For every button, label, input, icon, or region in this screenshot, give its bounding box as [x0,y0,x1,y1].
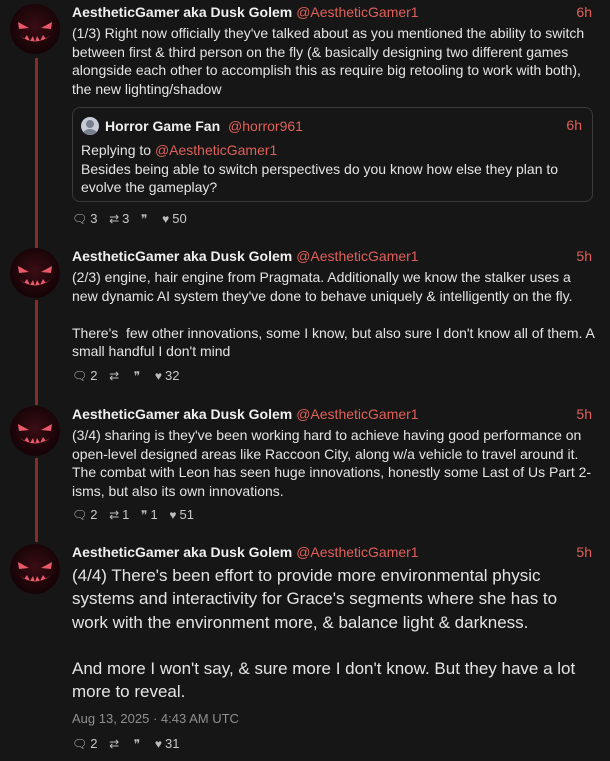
reply-count: 3 [90,211,98,226]
avatar[interactable] [10,544,60,594]
tweet-text: (3/4) sharing is they've been working ha… [72,427,592,499]
tweet-text: (1/3) Right now officially they've talke… [72,25,589,97]
user-handle[interactable]: @AestheticGamer1 [296,4,418,20]
retweet-icon: ⇄ [109,212,120,226]
reply-stat[interactable]: 🗨︎ 2 [72,736,97,751]
quote-stat[interactable]: ❞ 1 [141,507,158,522]
retweet-stat[interactable]: ⇄ [109,368,122,383]
quote-avatar [81,117,99,135]
comment-icon: 🗨︎ [72,737,88,751]
user-handle[interactable]: @AestheticGamer1 [296,248,418,264]
timestamp[interactable]: 5h [576,544,592,560]
display-name[interactable]: AestheticGamer aka Dusk Golem [72,4,292,20]
display-name[interactable]: AestheticGamer aka Dusk Golem [72,406,292,422]
tweet-4[interactable]: AestheticGamer aka Dusk Golem @AestheticG… [0,540,610,761]
quote-timestamp[interactable]: 6h [566,117,582,133]
quoted-tweet[interactable]: Horror Game Fan @horror961 6h Replying t… [72,107,593,202]
tweet-header: AestheticGamer aka Dusk Golem @AestheticG… [72,248,592,266]
quote-stat[interactable]: ❞ [141,211,150,226]
tweet-text: (4/4) There's been effort to provide mor… [72,566,576,702]
heart-icon: ♥ [154,369,162,383]
retweet-icon: ⇄ [109,737,120,751]
display-name[interactable]: AestheticGamer aka Dusk Golem [72,248,292,264]
comment-icon: 🗨︎ [72,508,88,522]
like-stat[interactable]: ♥ 32 [155,368,180,383]
tweet-stats: 🗨︎ 2 ⇄ ❞ ♥ 32 [72,368,187,384]
timestamp[interactable]: 5h [576,248,592,264]
retweet-stat[interactable]: ⇄ 1 [109,507,129,522]
heart-icon: ♥ [169,508,177,522]
retweet-icon: ⇄ [109,508,120,522]
replying-to-handle[interactable]: @AestheticGamer1 [155,142,277,158]
retweet-icon: ⇄ [109,369,120,383]
tweet-header: AestheticGamer aka Dusk Golem @AestheticG… [72,406,592,424]
timestamp[interactable]: 5h [576,406,592,422]
tweet-stats: 🗨︎ 3 ⇄ 3 ❞ ♥ 50 [72,211,195,227]
quote-stat[interactable]: ❞ [134,736,143,751]
user-handle[interactable]: @AestheticGamer1 [296,406,418,422]
quote-header: Horror Game Fan @horror961 6h [81,117,582,135]
quote-user-handle[interactable]: @horror961 [228,118,303,134]
reply-count: 2 [90,736,98,751]
quote-body: Replying to @AestheticGamer1 Besides bei… [81,141,584,197]
heart-icon: ♥ [162,212,170,226]
reply-stat[interactable]: 🗨︎ 3 [72,211,97,226]
quote-icon: ❞ [133,737,141,751]
like-count: 32 [165,368,180,383]
quote-count: 1 [150,507,158,522]
quote-icon: ❞ [141,212,148,226]
like-count: 51 [179,507,194,522]
quote-icon: ❞ [133,369,141,383]
retweet-count: 3 [122,211,130,226]
tweet-header: AestheticGamer aka Dusk Golem @AestheticG… [72,4,592,22]
tweet-header: AestheticGamer aka Dusk Golem @AestheticG… [72,544,592,562]
tweet-3[interactable]: AestheticGamer aka Dusk Golem @AestheticG… [0,402,610,530]
like-count: 31 [165,736,180,751]
retweet-stat[interactable]: ⇄ 3 [109,211,129,226]
tweet-stats: 🗨︎ 2 ⇄ 1 ❞ 1 ♥ 51 [72,507,202,523]
replying-to: Replying to @AestheticGamer1 [81,141,584,160]
retweet-count: 1 [122,507,130,522]
tweet-1[interactable]: AestheticGamer aka Dusk Golem @AestheticG… [0,0,610,240]
quote-display-name[interactable]: Horror Game Fan [105,118,220,134]
like-stat[interactable]: ♥ 50 [162,211,187,226]
heart-icon: ♥ [154,737,162,751]
display-name[interactable]: AestheticGamer aka Dusk Golem [72,544,292,560]
quote-stat[interactable]: ❞ [134,368,143,383]
like-stat[interactable]: ♥ 51 [169,507,194,522]
quote-text: Besides being able to switch perspective… [81,160,559,196]
timestamp[interactable]: 6h [576,4,592,20]
avatar[interactable] [10,248,60,298]
tweet-stats: 🗨︎ 2 ⇄ ❞ ♥ 31 [72,736,187,752]
avatar[interactable] [10,406,60,456]
comment-icon: 🗨︎ [72,369,88,383]
quote-icon: ❞ [141,508,148,522]
avatar[interactable] [10,4,60,54]
reply-count: 2 [90,368,98,383]
replying-to-label: Replying to [81,142,152,158]
user-handle[interactable]: @AestheticGamer1 [296,544,418,560]
reply-count: 2 [90,507,98,522]
reply-stat[interactable]: 🗨︎ 2 [72,507,97,522]
tweet-date[interactable]: Aug 13, 2025 · 4:43 AM UTC [72,711,239,726]
reply-stat[interactable]: 🗨︎ 2 [72,368,97,383]
tweet-text: (2/3) engine, hair engine from Pragmata.… [72,269,595,359]
tweet-2[interactable]: AestheticGamer aka Dusk Golem @AestheticG… [0,244,610,394]
like-stat[interactable]: ♥ 31 [155,736,180,751]
retweet-stat[interactable]: ⇄ [109,736,122,751]
comment-icon: 🗨︎ [72,212,88,226]
like-count: 50 [172,211,187,226]
